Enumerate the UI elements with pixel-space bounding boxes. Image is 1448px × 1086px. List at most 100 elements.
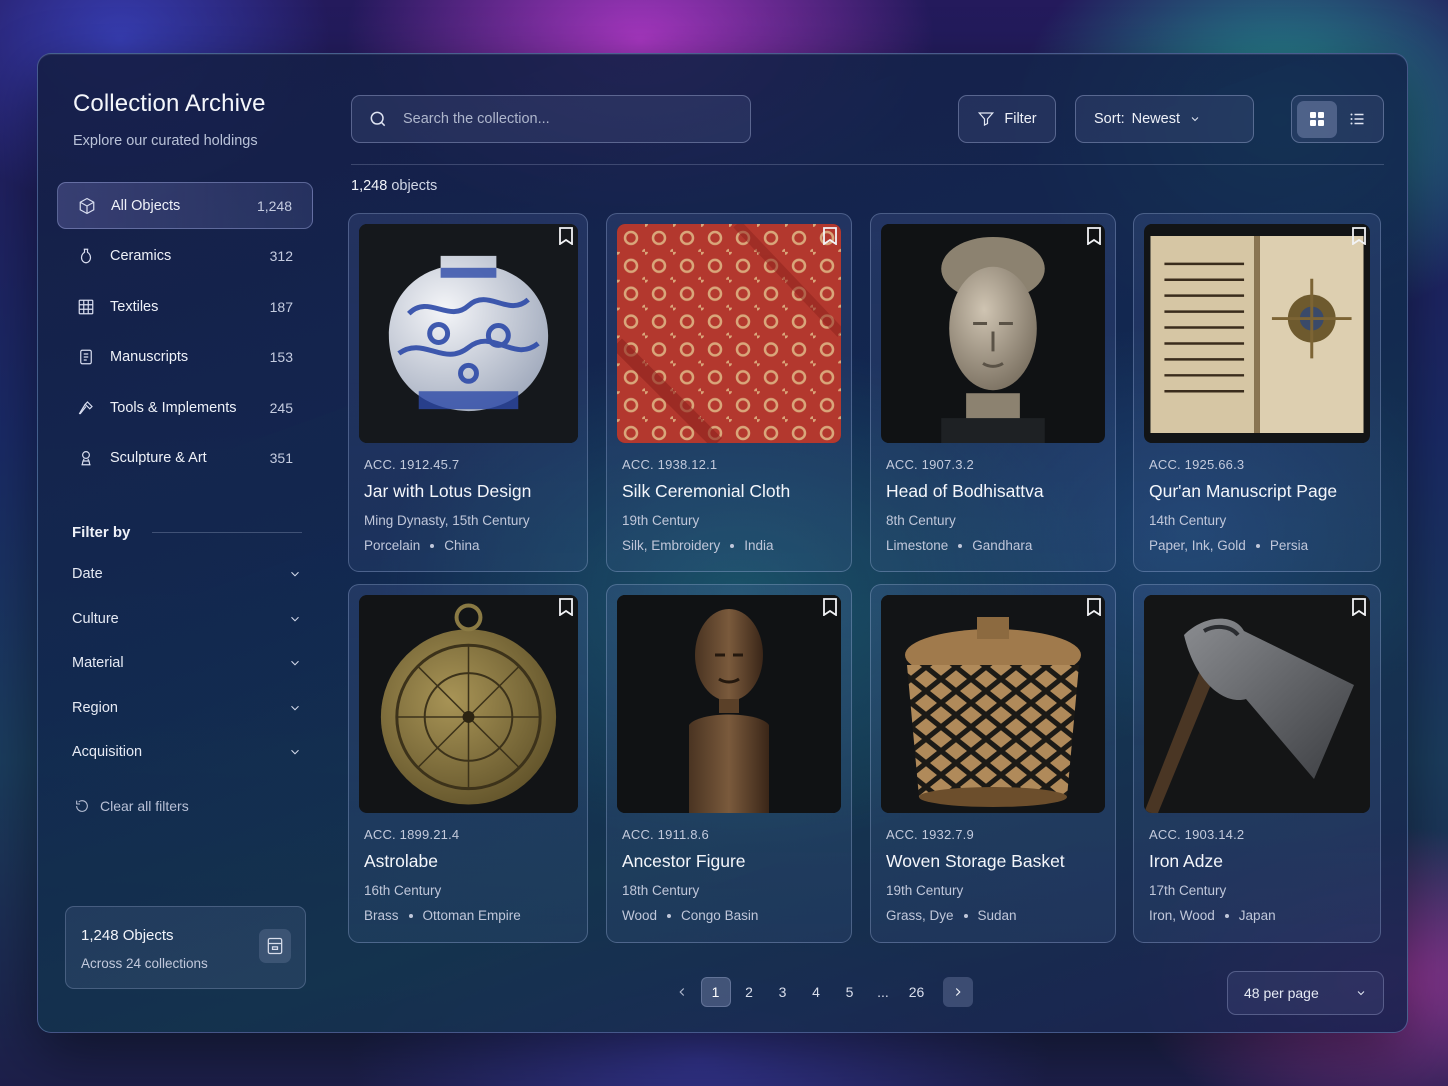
- bookmark-button[interactable]: [1083, 224, 1105, 248]
- reset-icon: [76, 800, 88, 812]
- facet-culture[interactable]: Culture: [72, 597, 302, 642]
- object-material: Silk, Embroidery: [622, 538, 721, 553]
- object-origin: Persia: [1269, 538, 1309, 553]
- object-card[interactable]: ACC. 1899.21.4 Astrolabe 16th Century Br…: [348, 584, 588, 943]
- category-label: Ceramics: [110, 248, 172, 264]
- search-input[interactable]: [403, 111, 703, 127]
- search-icon: [370, 111, 386, 127]
- object-material: Limestone: [886, 538, 949, 553]
- object-meta: Limestone Gandhara: [886, 538, 1032, 553]
- object-meta: Silk, Embroidery India: [622, 538, 774, 553]
- bookmark-icon: [823, 598, 837, 616]
- bookmark-button[interactable]: [1348, 595, 1370, 619]
- grid-view-button[interactable]: [1297, 100, 1337, 138]
- woven-basket-image: [881, 595, 1105, 813]
- app-subtitle: Explore our curated holdings: [73, 133, 258, 149]
- category-label: Manuscripts: [110, 349, 189, 365]
- accession-number: ACC. 1912.45.7: [364, 457, 460, 472]
- separator-dot: [408, 913, 413, 918]
- filter-button[interactable]: Filter: [958, 95, 1056, 143]
- separator-dot: [1255, 543, 1260, 548]
- object-title: Woven Storage Basket: [886, 851, 1065, 871]
- object-date: 19th Century: [622, 513, 700, 528]
- bookmark-button[interactable]: [555, 224, 577, 248]
- bookmark-icon: [1087, 227, 1101, 245]
- blue-white-porcelain-jar-image: [359, 224, 578, 443]
- object-card[interactable]: ACC. 1912.45.7 Jar with Lotus Design Min…: [348, 213, 588, 572]
- object-card[interactable]: ACC. 1907.3.2 Head of Bodhisattva 8th Ce…: [870, 213, 1116, 572]
- iron-adze-image: [1144, 595, 1370, 813]
- category-count: 187: [269, 298, 293, 315]
- object-material: Wood: [622, 908, 658, 923]
- bookmark-button[interactable]: [1083, 595, 1105, 619]
- textile-grid-icon: [77, 298, 95, 316]
- per-page-value: 48 per page: [1244, 985, 1319, 1001]
- page-button-4[interactable]: 4: [801, 977, 831, 1007]
- object-card[interactable]: ACC. 1911.8.6 Ancestor Figure 18th Centu…: [606, 584, 852, 943]
- page-button-3[interactable]: 3: [768, 977, 798, 1007]
- bookmark-button[interactable]: [819, 224, 841, 248]
- page-button-2[interactable]: 2: [734, 977, 764, 1007]
- object-date: 19th Century: [886, 883, 964, 898]
- bookmark-button[interactable]: [819, 595, 841, 619]
- separator-dot: [1224, 913, 1229, 918]
- per-page-select[interactable]: 48 per page: [1227, 971, 1384, 1015]
- sort-dropdown[interactable]: Sort: Newest: [1075, 95, 1254, 143]
- open-manuscript-image: [1144, 224, 1370, 443]
- object-origin: Japan: [1238, 908, 1276, 923]
- object-card[interactable]: ACC. 1903.14.2 Iron Adze 17th Century Ir…: [1133, 584, 1381, 943]
- object-date: Ming Dynasty, 15th Century: [364, 513, 530, 528]
- bookmark-icon: [559, 598, 573, 616]
- category-textiles[interactable]: Textiles 187: [57, 283, 313, 330]
- sort-prefix: Sort:: [1094, 111, 1125, 127]
- object-title: Silk Ceremonial Cloth: [622, 481, 791, 501]
- accession-number: ACC. 1932.7.9: [886, 827, 974, 842]
- filter-heading: Filter by: [72, 524, 302, 541]
- page-button-26[interactable]: 26: [902, 977, 932, 1007]
- bust-icon: [77, 449, 95, 467]
- clear-filters-button[interactable]: Clear all filters: [74, 798, 189, 814]
- vase-icon: [77, 247, 95, 265]
- object-material: Brass: [364, 908, 399, 923]
- page-button-5[interactable]: 5: [835, 977, 865, 1007]
- accession-number: ACC. 1903.14.2: [1149, 827, 1245, 842]
- object-meta: Porcelain China: [364, 538, 480, 553]
- facet-material[interactable]: Material: [72, 641, 302, 686]
- search-box: [351, 95, 751, 143]
- bookmark-button[interactable]: [1348, 224, 1370, 248]
- category-ceramics[interactable]: Ceramics 312: [57, 233, 313, 280]
- page-button-1[interactable]: 1: [700, 977, 731, 1007]
- object-image: [881, 595, 1105, 813]
- accession-number: ACC. 1925.66.3: [1149, 457, 1245, 472]
- object-material: Porcelain: [364, 538, 421, 553]
- facet-date[interactable]: Date: [72, 552, 302, 597]
- object-meta: Brass Ottoman Empire: [364, 908, 521, 923]
- result-count: 1,248 objects: [351, 178, 437, 194]
- category-tools-implements[interactable]: Tools & Implements 245: [57, 384, 313, 431]
- category-sculpture-art[interactable]: Sculpture & Art 351: [57, 435, 313, 482]
- object-title: Qur'an Manuscript Page: [1149, 481, 1338, 501]
- accession-number: ACC. 1907.3.2: [886, 457, 974, 472]
- result-count-number: 1,248: [351, 178, 388, 194]
- previous-page-button[interactable]: [667, 977, 697, 1007]
- list-view-button[interactable]: [1337, 101, 1377, 138]
- category-all-objects[interactable]: All Objects 1,248: [57, 182, 313, 229]
- object-card[interactable]: ACC. 1932.7.9 Woven Storage Basket 19th …: [870, 584, 1116, 943]
- object-origin: China: [444, 538, 480, 553]
- category-manuscripts[interactable]: Manuscripts 153: [57, 334, 313, 381]
- chevron-down-icon: [291, 750, 299, 755]
- grid-icon: [1310, 112, 1324, 126]
- document-icon: [77, 348, 95, 366]
- object-card[interactable]: ACC. 1925.66.3 Qur'an Manuscript Page 14…: [1133, 213, 1381, 572]
- facet-region[interactable]: Region: [72, 686, 302, 731]
- object-card[interactable]: ACC. 1938.12.1 Silk Ceremonial Cloth 19t…: [606, 213, 852, 572]
- carved-wood-figure-image: [617, 595, 841, 813]
- object-date: 18th Century: [622, 883, 700, 898]
- next-page-button[interactable]: [943, 977, 973, 1007]
- facet-label: Region: [72, 699, 118, 716]
- bookmark-button[interactable]: [555, 595, 577, 619]
- object-image: [359, 595, 578, 813]
- sort-value: Newest: [1131, 111, 1180, 127]
- object-origin: India: [744, 538, 774, 553]
- facet-acquisition[interactable]: Acquisition: [72, 730, 302, 775]
